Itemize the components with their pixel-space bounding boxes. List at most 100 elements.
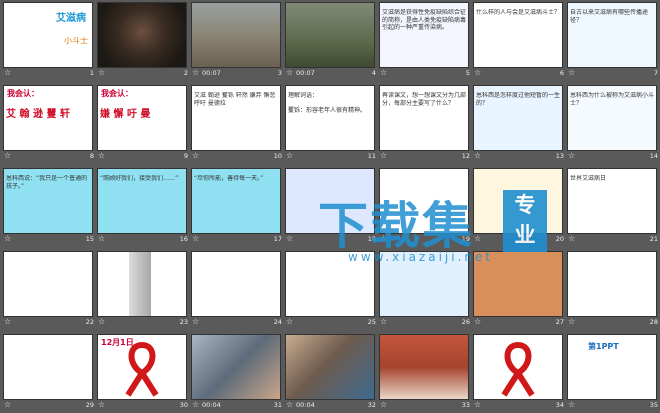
slide-thumbnail[interactable] [285, 2, 375, 68]
slide-thumbnail-cell[interactable]: 12月1日 ☆ 30 [96, 333, 190, 413]
transition-star-icon[interactable]: ☆ [568, 317, 575, 326]
transition-star-icon[interactable]: ☆ [4, 151, 11, 160]
slide-thumbnail[interactable]: 再读课文，想一想课文分为几部分，每部分主要写了什么？ [379, 85, 469, 151]
slide-thumbnail-cell[interactable]: ☆ 24 [190, 250, 284, 330]
slide-thumbnail[interactable] [285, 334, 375, 400]
slide-thumbnail-cell[interactable]: ☆ 00:04 31 [190, 333, 284, 413]
transition-star-icon[interactable]: ☆ [98, 234, 105, 243]
slide-thumbnail[interactable] [473, 334, 563, 400]
transition-star-icon[interactable]: ☆ [192, 317, 199, 326]
slide-thumbnail[interactable] [191, 251, 281, 317]
slide-thumbnail-cell[interactable]: ☆ 26 [378, 250, 472, 330]
transition-star-icon[interactable]: ☆ [286, 400, 293, 409]
slide-thumbnail-cell[interactable]: ☆ 19 [378, 167, 472, 247]
slide-thumbnail[interactable] [473, 251, 563, 317]
transition-star-icon[interactable]: ☆ [98, 317, 105, 326]
slide-thumbnail[interactable] [97, 251, 187, 317]
transition-star-icon[interactable]: ☆ [474, 400, 481, 409]
transition-star-icon[interactable]: ☆ [286, 234, 293, 243]
slide-thumbnail-cell[interactable]: ☆ 00:07 4 [284, 1, 378, 81]
slide-thumbnail[interactable] [3, 251, 93, 317]
transition-star-icon[interactable]: ☆ [474, 151, 481, 160]
slide-thumbnail[interactable]: 世界艾滋病日 [567, 168, 657, 234]
transition-star-icon[interactable]: ☆ [474, 68, 481, 77]
slide-thumbnail[interactable] [379, 251, 469, 317]
slide-thumbnail[interactable] [473, 168, 563, 234]
slide-thumbnail[interactable] [285, 251, 375, 317]
slide-thumbnail-cell[interactable]: 自古以来艾滋病有哪些传播途径？ ☆ 7 [566, 1, 660, 81]
slide-thumbnail[interactable]: 12月1日 [97, 334, 187, 400]
slide-thumbnail-cell[interactable]: 艾滋病是获得性免疫缺陷综合征的简称，是由人类免疫缺陷病毒引起的一种严重传染病。 ☆… [378, 1, 472, 81]
slide-thumbnail[interactable]: 艾滋病是获得性免疫缺陷综合征的简称，是由人类免疫缺陷病毒引起的一种严重传染病。 [379, 2, 469, 68]
transition-star-icon[interactable]: ☆ [380, 234, 387, 243]
transition-star-icon[interactable]: ☆ [98, 400, 105, 409]
slide-thumbnail[interactable] [97, 2, 187, 68]
transition-star-icon[interactable]: ☆ [4, 68, 11, 77]
slide-thumbnail-cell[interactable]: ☆ 2 [96, 1, 190, 81]
slide-thumbnail[interactable]: 我会认： 嫌 懈 吁 曼 [97, 85, 187, 151]
slide-thumbnail[interactable]: 恩科西为什么被称为艾滋病小斗士？ [567, 85, 657, 151]
slide-thumbnail-cell[interactable]: 恩科西说：“我只是一个普通的孩子。” ☆ 15 [2, 167, 96, 247]
transition-star-icon[interactable]: ☆ [286, 317, 293, 326]
transition-star-icon[interactable]: ☆ [380, 151, 387, 160]
slide-thumbnail-cell[interactable]: 再读课文，想一想课文分为几部分，每部分主要写了什么？ ☆ 12 [378, 84, 472, 164]
slide-thumbnail-cell[interactable]: 什么样的人与会是艾滋病斗士？ ☆ 6 [472, 1, 566, 81]
transition-star-icon[interactable]: ☆ [286, 151, 293, 160]
transition-star-icon[interactable]: ☆ [4, 317, 11, 326]
transition-star-icon[interactable]: ☆ [380, 317, 387, 326]
slide-thumbnail-cell[interactable]: ☆ 20 [472, 167, 566, 247]
slide-thumbnail[interactable]: 艾滋病 小斗士 [3, 2, 93, 68]
transition-star-icon[interactable]: ☆ [380, 400, 387, 409]
transition-star-icon[interactable]: ☆ [474, 317, 481, 326]
slide-thumbnail-cell[interactable]: ☆ 29 [2, 333, 96, 413]
slide-thumbnail[interactable] [3, 334, 93, 400]
slide-thumbnail[interactable] [191, 2, 281, 68]
slide-thumbnail-cell[interactable]: ☆ 18 [284, 167, 378, 247]
transition-star-icon[interactable]: ☆ [568, 400, 575, 409]
slide-thumbnail-cell[interactable]: 恩科西为什么被称为艾滋病小斗士？ ☆ 14 [566, 84, 660, 164]
slide-thumbnail-cell[interactable]: 艾滋病 小斗士 ☆ 1 [2, 1, 96, 81]
transition-star-icon[interactable]: ☆ [4, 234, 11, 243]
transition-star-icon[interactable]: ☆ [192, 400, 199, 409]
transition-star-icon[interactable]: ☆ [568, 68, 575, 77]
slide-thumbnail-cell[interactable]: ☆ 27 [472, 250, 566, 330]
transition-star-icon[interactable]: ☆ [192, 234, 199, 243]
slide-thumbnail[interactable]: 我会认： 艾 翰 逊 矍 轩 [3, 85, 93, 151]
slide-thumbnail[interactable]: 理解词语： 矍铄：形容老年人很有精神。 [285, 85, 375, 151]
slide-thumbnail-cell[interactable]: 理解词语： 矍铄：形容老年人很有精神。 ☆ 11 [284, 84, 378, 164]
slide-thumbnail-cell[interactable]: 恩科西是怎样度过他短暂的一生的？ ☆ 13 [472, 84, 566, 164]
transition-star-icon[interactable]: ☆ [568, 151, 575, 160]
slide-thumbnail-cell[interactable]: ☆ 00:04 32 [284, 333, 378, 413]
transition-star-icon[interactable]: ☆ [192, 68, 199, 77]
slide-thumbnail[interactable] [379, 334, 469, 400]
slide-thumbnail[interactable] [567, 251, 657, 317]
slide-thumbnail-cell[interactable]: “尽你所能，善待每一天。” ☆ 17 [190, 167, 284, 247]
slide-thumbnail[interactable]: 自古以来艾滋病有哪些传播途径？ [567, 2, 657, 68]
slide-thumbnail-cell[interactable]: 世界艾滋病日 ☆ 21 [566, 167, 660, 247]
transition-star-icon[interactable]: ☆ [380, 68, 387, 77]
transition-star-icon[interactable]: ☆ [98, 151, 105, 160]
slide-thumbnail[interactable]: 恩科西说：“我只是一个普通的孩子。” [3, 168, 93, 234]
slide-thumbnail-cell[interactable]: ☆ 28 [566, 250, 660, 330]
slide-thumbnail[interactable]: 第1PPT [567, 334, 657, 400]
slide-thumbnail-cell[interactable]: 第1PPT ☆ 35 [566, 333, 660, 413]
slide-thumbnail[interactable]: 恩科西是怎样度过他短暂的一生的？ [473, 85, 563, 151]
slide-thumbnail[interactable]: 什么样的人与会是艾滋病斗士？ [473, 2, 563, 68]
transition-star-icon[interactable]: ☆ [568, 234, 575, 243]
slide-thumbnail[interactable]: “照顾好我们，接受我们……” [97, 168, 187, 234]
slide-thumbnail[interactable] [379, 168, 469, 234]
slide-thumbnail-cell[interactable]: ☆ 23 [96, 250, 190, 330]
slide-thumbnail-cell[interactable]: 我会认：嫌 懈 吁 曼 ☆ 9 [96, 84, 190, 164]
slide-thumbnail-cell[interactable]: “照顾好我们，接受我们……” ☆ 16 [96, 167, 190, 247]
slide-thumbnail-cell[interactable]: ☆ 34 [472, 333, 566, 413]
slide-thumbnail[interactable] [285, 168, 375, 234]
transition-star-icon[interactable]: ☆ [4, 400, 11, 409]
slide-thumbnail[interactable]: 艾滋 翰逊 矍铄 轩然 嫌弃 懈怠 呼吁 曼德拉 [191, 85, 281, 151]
slide-thumbnail-cell[interactable]: ☆ 00:07 3 [190, 1, 284, 81]
transition-star-icon[interactable]: ☆ [286, 68, 293, 77]
slide-thumbnail-cell[interactable]: ☆ 22 [2, 250, 96, 330]
transition-star-icon[interactable]: ☆ [474, 234, 481, 243]
transition-star-icon[interactable]: ☆ [192, 151, 199, 160]
slide-thumbnail-cell[interactable]: ☆ 25 [284, 250, 378, 330]
transition-star-icon[interactable]: ☆ [98, 68, 105, 77]
